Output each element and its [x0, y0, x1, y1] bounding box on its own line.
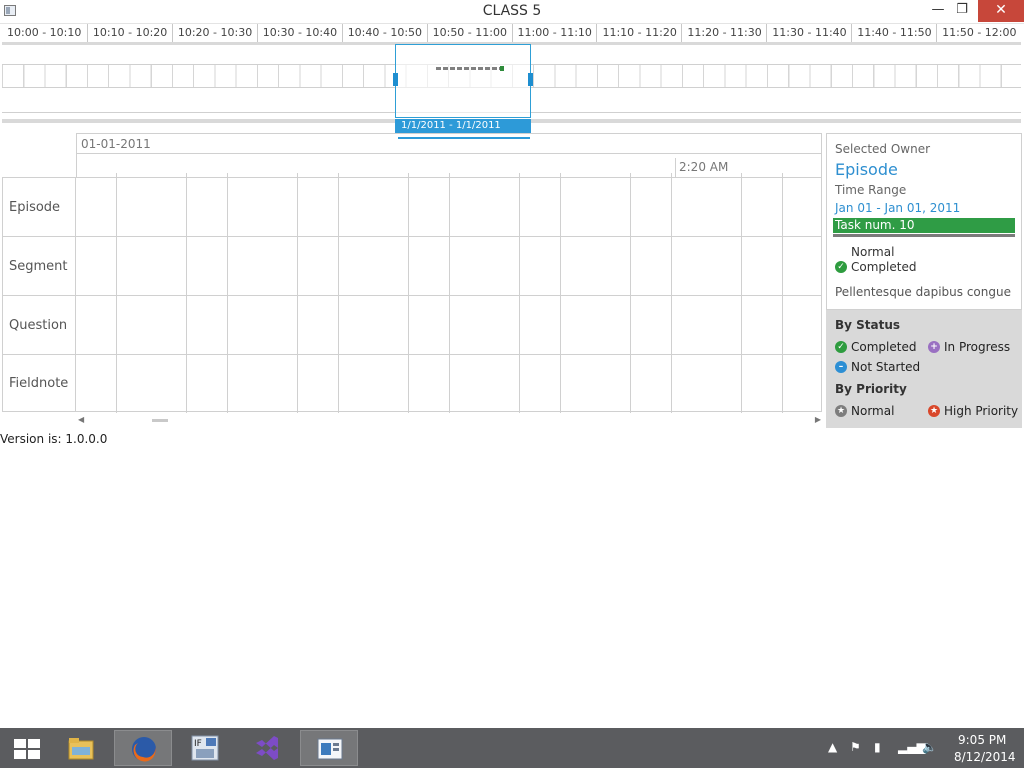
time-header: 2:20 AM — [76, 154, 822, 177]
time-label: 2:20 AM — [675, 158, 728, 177]
show-hidden-icons-icon[interactable]: ▲ — [828, 740, 837, 754]
normal-priority-icon: ★ — [835, 405, 847, 417]
selection-range-label: 1/1/2011 - 1/1/2011 — [395, 119, 531, 133]
timeline-tick: 10:30 - 10:40 — [256, 24, 342, 42]
timeline-ticks: 10:00 - 10:10 10:10 - 10:20 10:20 - 10:3… — [2, 24, 1021, 42]
taskbar-if-app[interactable]: IF — [176, 730, 234, 766]
scroll-thumb[interactable] — [152, 419, 168, 422]
date-header: 01-01-2011 — [76, 133, 822, 154]
taskbar-firefox[interactable] — [114, 730, 172, 766]
high-priority-icon: ★ — [928, 405, 940, 417]
task-bar[interactable]: Task num. 10 — [833, 218, 1015, 233]
legend-not-started: – Not Started — [835, 360, 920, 374]
timeline-tick: 10:50 - 11:00 — [426, 24, 512, 42]
version-text: Version is: 1.0.0.0 — [0, 432, 108, 446]
selection-right-handle[interactable] — [528, 73, 533, 86]
windows-logo-icon — [14, 739, 40, 759]
completed-icon: ✓ — [835, 341, 847, 353]
legend-normal: ★ Normal — [835, 404, 894, 418]
start-button[interactable] — [4, 732, 44, 764]
completed-check-icon: ✓ — [835, 261, 847, 273]
file-explorer-icon — [68, 738, 94, 760]
firefox-icon — [132, 737, 156, 762]
visual-studio-icon — [256, 736, 278, 760]
gantt-row[interactable]: Fieldnote — [3, 355, 821, 411]
action-center-flag-icon[interactable]: ⚑ — [850, 740, 861, 754]
window-title: CLASS 5 — [482, 3, 542, 19]
timeline-overview: 10:00 - 10:10 10:10 - 10:20 10:20 - 10:3… — [2, 24, 1021, 139]
legend-label: Completed — [851, 340, 917, 354]
time-range-value: Jan 01 - Jan 01, 2011 — [835, 201, 961, 215]
scroll-right-icon[interactable]: ▶ — [815, 415, 821, 424]
legend-in-progress: + In Progress — [928, 340, 1010, 354]
row-label: Episode — [3, 178, 76, 236]
by-status-heading: By Status — [835, 318, 901, 332]
timeline-tick: 11:30 - 11:40 — [766, 24, 851, 42]
mini-task-bar — [436, 67, 502, 70]
gantt-view: 01-01-2011 2:20 AM Episode Segment Quest… — [2, 133, 822, 425]
legend-label: Normal — [851, 404, 895, 418]
gantt-grid[interactable]: Episode Segment Question Fieldnote — [2, 173, 822, 413]
title-bar: CLASS 5 — ❐ ✕ — [0, 0, 1024, 24]
svg-text:IF: IF — [194, 739, 202, 749]
maximize-button[interactable]: ❐ — [947, 0, 977, 22]
timeline-tick: 11:40 - 11:50 — [851, 24, 936, 42]
gantt-row[interactable]: Segment — [3, 237, 821, 296]
timeline-tick: 11:00 - 11:10 — [511, 24, 597, 42]
taskbar-visual-studio[interactable] — [238, 730, 296, 766]
selected-owner-label: Selected Owner — [835, 142, 931, 156]
owner-value: Episode — [835, 160, 898, 179]
timeline-selection[interactable]: 1/1/2011 - 1/1/2011 — [393, 44, 533, 139]
legend-label: Not Started — [851, 360, 921, 374]
taskbar-class5-app[interactable] — [300, 730, 358, 766]
timeline-tick: 10:40 - 10:50 — [341, 24, 427, 42]
timeline-tick: 11:20 - 11:30 — [681, 24, 766, 42]
battery-icon[interactable]: ▮ — [874, 740, 881, 754]
timeline-tick: 11:10 - 11:20 — [596, 24, 681, 42]
legend-label: High Priority — [944, 404, 1019, 418]
row-label: Question — [3, 296, 76, 354]
legend-completed: ✓ Completed — [835, 340, 916, 354]
scroll-left-icon[interactable]: ◀ — [78, 415, 84, 424]
timeline-tick: 10:00 - 10:10 — [7, 26, 82, 39]
timeline-tick: 10:10 - 10:20 — [86, 24, 172, 42]
not-started-icon: – — [835, 361, 847, 373]
task-description: Pellentesque dapibus congue — [835, 285, 1011, 299]
if-app-icon: IF — [191, 735, 219, 761]
close-button[interactable]: ✕ — [978, 0, 1024, 22]
selection-left-handle[interactable] — [393, 73, 398, 86]
horizontal-scrollbar[interactable]: ◀ ▶ — [76, 415, 822, 427]
taskbar-file-explorer[interactable] — [52, 730, 110, 766]
status-text: Completed — [851, 260, 917, 274]
clock-time[interactable]: 9:05 PM — [958, 733, 1006, 747]
time-range-label: Time Range — [835, 183, 907, 197]
by-priority-heading: By Priority — [835, 382, 907, 396]
row-label: Segment — [3, 237, 76, 295]
legend-panel: By Status ✓ Completed + In Progress – No… — [826, 310, 1022, 428]
clock-date[interactable]: 8/12/2014 — [954, 750, 1016, 764]
taskbar: IF ▲ ⚑ ▮ ▂▄▆ 🔈 9:05 PM 8/12/2014 — [0, 728, 1024, 768]
task-progress-line — [833, 234, 1015, 237]
mini-task-marker — [500, 66, 504, 71]
gantt-row[interactable]: Question — [3, 296, 821, 355]
row-label: Fieldnote — [3, 355, 76, 411]
status-value: ✓ Completed — [835, 260, 916, 274]
priority-value: Normal — [851, 245, 895, 259]
timeline-tick: 10:20 - 10:30 — [171, 24, 257, 42]
legend-high-priority: ★ High Priority — [928, 404, 1018, 418]
timeline-tick: 11:50 - 12:00 — [936, 24, 1021, 42]
details-panel: Selected Owner Episode Time Range Jan 01… — [826, 133, 1022, 310]
volume-icon[interactable]: 🔈 — [922, 740, 937, 754]
gantt-row[interactable]: Episode — [3, 178, 821, 237]
in-progress-icon: + — [928, 341, 940, 353]
legend-label: In Progress — [944, 340, 1011, 354]
class5-app-icon — [317, 738, 343, 760]
